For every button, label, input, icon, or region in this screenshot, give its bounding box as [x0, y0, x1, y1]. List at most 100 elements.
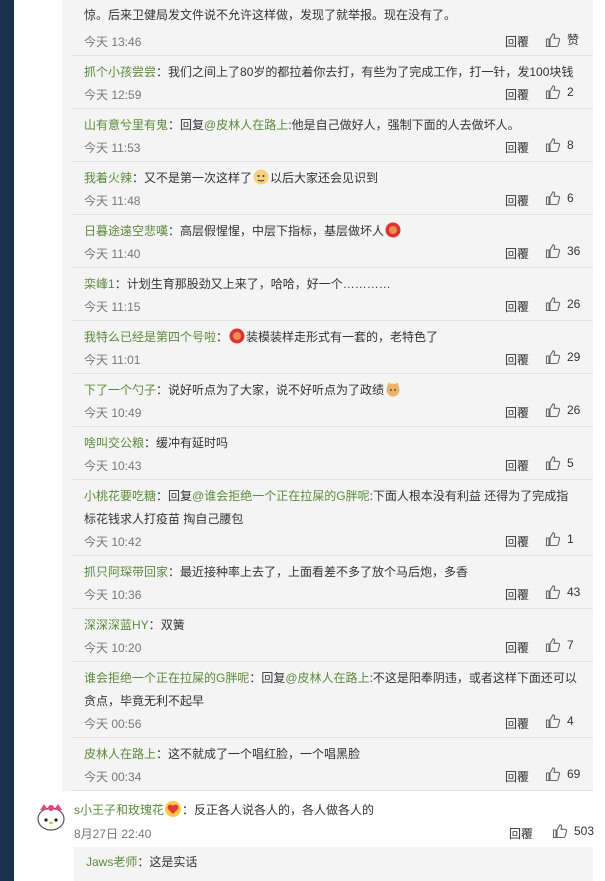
thumbs-up-icon: [545, 349, 561, 365]
reply-button[interactable]: 回覆: [505, 245, 529, 262]
reply-text: 计划生育那股劲又上来了，哈哈，好一个…………: [126, 277, 391, 291]
reply-user[interactable]: 我着火辣: [84, 171, 132, 185]
thumbs-up-icon: [545, 584, 561, 600]
reply-time: 今天 11:48: [84, 194, 141, 208]
cat-emoji-icon: [385, 381, 401, 397]
reply-item: 日暮途遠空悲嘆：高层假惺惺，中层下指标，基层做坏人 今天 11:40 回覆 36: [72, 215, 593, 268]
reply-body: 深深深蓝HY：双簧: [84, 618, 185, 632]
reply-user[interactable]: 山有意兮里有鬼: [84, 118, 168, 132]
like-button[interactable]: 7: [545, 637, 574, 653]
doge-emoji-icon: [253, 169, 269, 185]
reply-user[interactable]: 小桃花要吃糖: [84, 489, 156, 503]
reply-item: 栾峰1：计划生育那股劲又上来了，哈哈，好一个………… 今天 11:15 回覆 26: [72, 268, 593, 321]
reply-button[interactable]: 回覆: [505, 639, 529, 656]
reply-text: 高层假惺惺，中层下指标，基层做坏人: [180, 224, 385, 238]
like-button[interactable]: 2: [545, 84, 574, 100]
like-button[interactable]: 29: [545, 349, 580, 365]
main-like-button[interactable]: 503: [552, 823, 594, 839]
thumbs-up-icon: [545, 455, 561, 471]
like-button[interactable]: 43: [545, 584, 580, 600]
like-button[interactable]: 69: [545, 766, 580, 782]
reply-body: 皮林人在路上：这不就成了一个唱红脸，一个唱黑脸: [84, 747, 361, 761]
main-reply-button[interactable]: 回覆: [509, 825, 533, 842]
avatar[interactable]: [34, 800, 68, 834]
like-count: 4: [567, 714, 574, 728]
like-count: 2: [567, 85, 574, 99]
reply-button[interactable]: 回覆: [505, 457, 529, 474]
reply-user[interactable]: 下了一个勺子: [84, 383, 156, 397]
like-button[interactable]: 1: [545, 531, 574, 547]
like-button[interactable]: 26: [545, 296, 580, 312]
reply-user[interactable]: 抓只阿琛带回家: [84, 565, 168, 579]
reply-button[interactable]: 回覆: [505, 404, 529, 421]
reply-item: 下了一个勺子：说好听点为了大家，说不好听点为了政绩 今天 10:49 回覆 26: [72, 374, 593, 427]
like-button[interactable]: 赞: [545, 31, 579, 48]
reply-time: 今天 11:53: [84, 141, 141, 155]
like-button[interactable]: 5: [545, 455, 574, 471]
reply-text: 我们之间上了80岁的都拉着你去打，有些为了完成工作，打一针，发100块钱: [168, 65, 574, 79]
reply-button[interactable]: 回覆: [505, 192, 529, 209]
reply-time: 今天 13:46: [84, 35, 142, 49]
thumbs-up-icon: [545, 296, 561, 312]
reply-item: 皮林人在路上：这不就成了一个唱红脸，一个唱黑脸 今天 00:34 回覆 69: [72, 738, 593, 791]
reply-user[interactable]: 啥叫交公粮: [84, 436, 144, 450]
reply-user[interactable]: 栾峰1: [84, 277, 115, 291]
sub-reply-thread: Jaws老师：这是实话: [74, 847, 593, 881]
reply-button[interactable]: 回覆: [505, 139, 529, 156]
reply-text: 这不就成了一个唱红脸，一个唱黑脸: [168, 747, 361, 761]
mention-link[interactable]: @谁会拒绝一个正在拉屎的G胖呢: [192, 489, 370, 503]
reply-text: :他是自己做好人，强制下面的人去做坏人。: [288, 118, 520, 132]
mention-link[interactable]: @皮林人在路上: [204, 118, 288, 132]
reply-user[interactable]: 抓个小孩尝尝: [84, 65, 156, 79]
like-button[interactable]: 8: [545, 137, 574, 153]
reply-body: 惊。后来卫健局发文件说不允许这样做，发现了就举报。现在没有了。: [84, 4, 580, 27]
reply-body: 下了一个勺子：说好听点为了大家，说不好听点为了政绩: [84, 379, 580, 402]
reply-text: 装模装样走形式有一套的，老特色了: [246, 330, 439, 344]
reply-user[interactable]: 皮林人在路上: [84, 747, 156, 761]
main-comment-time: 8月27日 22:40: [74, 827, 152, 841]
like-button[interactable]: 6: [545, 190, 574, 206]
like-button[interactable]: 4: [545, 713, 574, 729]
sub-comment-user[interactable]: Jaws老师: [86, 855, 137, 869]
reply-button[interactable]: 回覆: [505, 768, 529, 785]
sub-comment-body: Jaws老师：这是实话: [86, 855, 198, 869]
thumbs-up-icon: [552, 823, 568, 839]
main-comment-body: s小王子和玫瑰花 ：反正各人说各人的，各人做各人的: [74, 801, 375, 817]
reply-button[interactable]: 回覆: [505, 298, 529, 315]
reply-button[interactable]: 回覆: [505, 86, 529, 103]
reply-button[interactable]: 回覆: [505, 351, 529, 368]
reply-body: 日暮途遠空悲嘆：高层假惺惺，中层下指标，基层做坏人: [84, 220, 580, 243]
mention-link[interactable]: @皮林人在路上: [285, 671, 369, 685]
main-comment-user[interactable]: s小王子和玫瑰花: [74, 803, 164, 817]
reply-button[interactable]: 回覆: [505, 33, 529, 50]
like-count: 1: [567, 532, 574, 546]
like-button[interactable]: 26: [545, 402, 580, 418]
like-count: 6: [567, 191, 574, 205]
reply-user[interactable]: 深深深蓝HY: [84, 618, 149, 632]
reply-time: 今天 10:20: [84, 641, 142, 655]
reply-button[interactable]: 回覆: [505, 533, 529, 550]
like-count: 36: [567, 244, 581, 258]
reply-user[interactable]: 我特么已经是第四个号啦: [84, 330, 216, 344]
reply-button[interactable]: 回覆: [505, 586, 529, 603]
reply-item: 抓只阿琛带回家：最近接种率上去了，上面看差不多了放个马后炮，多香 今天 10:36…: [72, 556, 593, 609]
reply-user[interactable]: 谁会拒绝一个正在拉屎的G胖呢: [84, 671, 249, 685]
reply-item: 谁会拒绝一个正在拉屎的G胖呢：回复@皮林人在路上:不这是阳奉阴违，或者这样下面还…: [72, 662, 593, 738]
reply-user[interactable]: 日暮途遠空悲嘆: [84, 224, 168, 238]
reply-time: 今天 10:43: [84, 459, 142, 473]
like-count: 503: [574, 824, 595, 838]
thumbs-up-icon: [545, 190, 561, 206]
red-emoji-icon: [385, 222, 401, 238]
red-emoji-icon: [229, 328, 245, 344]
like-count: 赞: [567, 33, 580, 47]
reply-body: 栾峰1：计划生育那股劲又上来了，哈哈，好一个…………: [84, 277, 391, 291]
reply-body: 我特么已经是第四个号啦： 装模装样走形式有一套的，老特色了: [84, 328, 439, 344]
like-count: 8: [567, 138, 574, 152]
like-button[interactable]: 36: [545, 243, 580, 259]
reply-button[interactable]: 回覆: [505, 715, 529, 732]
reply-item: 啥叫交公粮：缓冲有延时吗 今天 10:43 回覆 5: [72, 427, 593, 480]
reply-text: 最近接种率上去了，上面看差不多了放个马后炮，多香: [180, 565, 469, 579]
like-count: 5: [567, 456, 574, 470]
thumbs-up-icon: [545, 402, 561, 418]
reply-time: 今天 00:56: [84, 717, 142, 731]
